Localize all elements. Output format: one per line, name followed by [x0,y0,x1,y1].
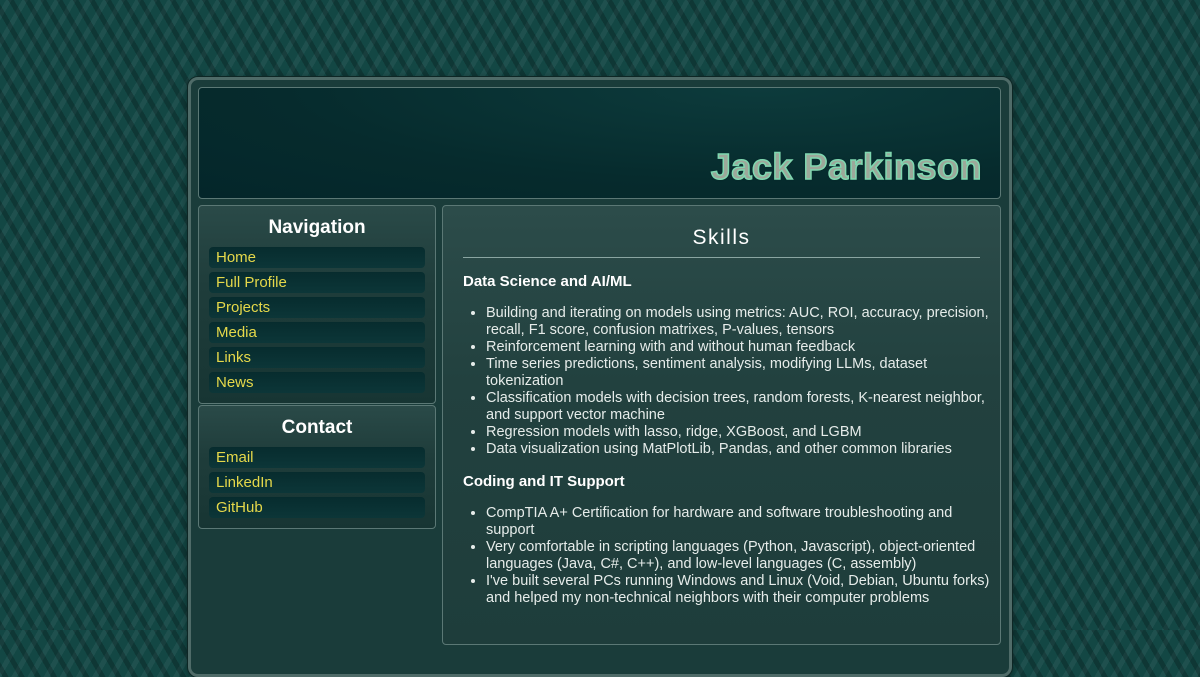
skill-item: Building and iterating on models using m… [486,305,992,339]
navigation-title: Navigation [268,217,366,238]
skill-item: Regression models with lasso, ridge, XGB… [486,424,992,441]
nav-link-media[interactable]: Media [209,322,425,343]
skill-item: Very comfortable in scripting languages … [486,539,992,573]
nav-link-news[interactable]: News [209,372,425,393]
skill-item: Data visualization using MatPlotLib, Pan… [486,441,992,458]
section-heading: Coding and IT Support [463,473,625,490]
contact-title: Contact [281,417,353,438]
nav-link-links[interactable]: Links [209,347,425,368]
site-header: Jack Parkinson [198,87,1001,199]
contact-link-github[interactable]: GitHub [209,497,425,518]
content-title: Skills [463,206,980,258]
skill-item: Time series predictions, sentiment analy… [486,356,992,390]
nav-link-home[interactable]: Home [209,247,425,268]
contact-list: Email LinkedIn GitHub [199,447,435,518]
contact-link-linkedin[interactable]: LinkedIn [209,472,425,493]
skill-item: Reinforcement learning with and without … [486,339,992,356]
content-panel: Skills Data Science and AI/ML Building a… [442,205,1001,645]
site-title: Jack Parkinson [710,145,982,188]
navigation-list: Home Full Profile Projects Media Links N… [199,247,435,393]
nav-link-full-profile[interactable]: Full Profile [209,272,425,293]
skill-item: Classification models with decision tree… [486,390,992,424]
skill-list: Building and iterating on models using m… [443,305,1000,458]
navigation-panel: Navigation Home Full Profile Projects Me… [198,205,436,404]
nav-link-projects[interactable]: Projects [209,297,425,318]
contact-link-email[interactable]: Email [209,447,425,468]
skill-item: I've built several PCs running Windows a… [486,573,992,607]
contact-panel: Contact Email LinkedIn GitHub [198,405,436,529]
skill-item: CompTIA A+ Certification for hardware an… [486,505,992,539]
skill-list: CompTIA A+ Certification for hardware an… [443,505,1000,607]
section-heading: Data Science and AI/ML [463,273,632,290]
